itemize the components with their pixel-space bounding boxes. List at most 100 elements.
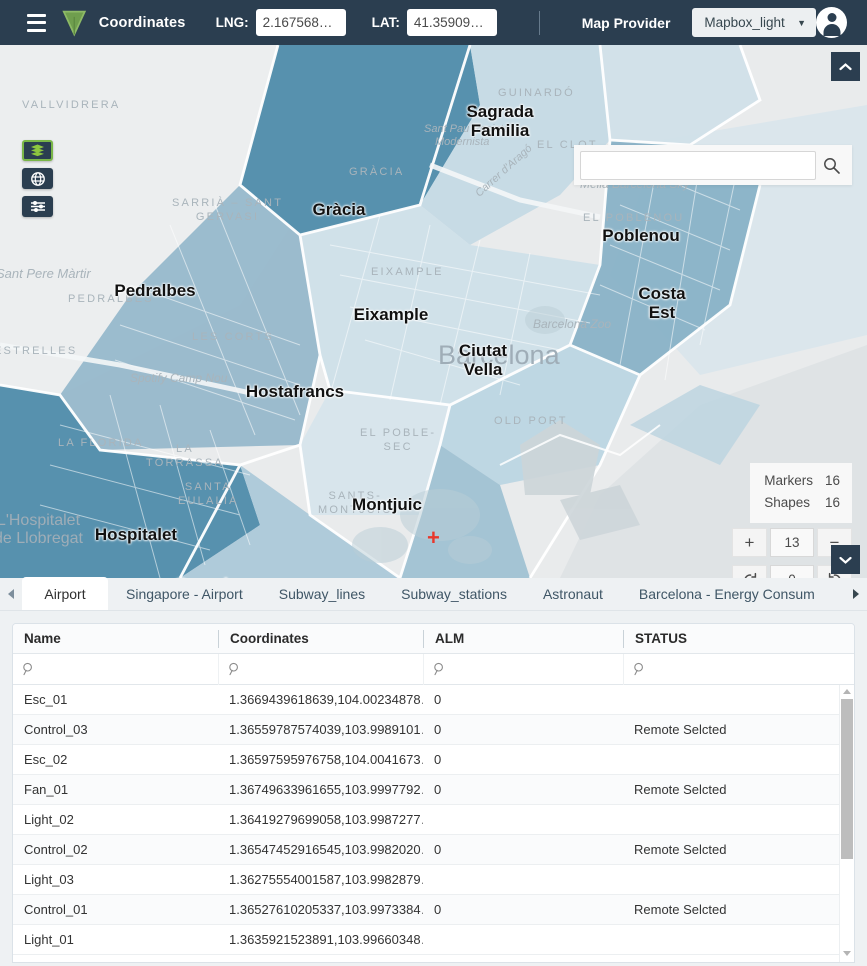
filter-name[interactable]: [13, 654, 218, 685]
tab-astronaut[interactable]: Astronaut: [525, 577, 621, 610]
map-provider-label: Map Provider: [581, 14, 671, 31]
search-icon: [634, 662, 643, 676]
tabs-scroll-right-button[interactable]: [845, 577, 867, 610]
table-body: Esc_01 1.3669439618639,104.00234878… 0 C…: [13, 685, 854, 955]
table-filter-row: [13, 653, 854, 685]
collapse-panel-down-button[interactable]: [831, 545, 860, 574]
cell-status: Remote Selcted: [634, 722, 727, 737]
collapse-panel-up-button[interactable]: [831, 52, 860, 81]
stat-markers-value: 16: [824, 473, 840, 488]
map-graphics: [0, 45, 867, 578]
tabs-scroll-left-button[interactable]: [0, 577, 22, 610]
cell-name: Control_02: [24, 842, 88, 857]
stat-shapes-label: Shapes: [764, 495, 810, 511]
column-header-name[interactable]: Name: [13, 630, 218, 648]
layer-tabstrip: Airport Singapore - Airport Subway_lines…: [0, 577, 867, 611]
app-title: Coordinates: [98, 14, 186, 31]
cell-coordinates: 1.36275554001587,103.9982879…: [229, 872, 423, 887]
cell-alm: 0: [434, 752, 442, 767]
chevron-up-icon: [839, 62, 852, 70]
column-header-status[interactable]: STATUS: [623, 629, 823, 648]
table-row[interactable]: Esc_01 1.3669439618639,104.00234878… 0: [13, 685, 854, 715]
cell-coordinates: 1.36527610205337,103.9973384…: [229, 902, 423, 917]
table-row[interactable]: Esc_02 1.36597595976758,104.0041673… 0: [13, 745, 854, 775]
table-row[interactable]: Light_03 1.36275554001587,103.9982879…: [13, 865, 854, 895]
cell-name: Control_01: [24, 902, 88, 917]
cell-name: Fan_01: [24, 782, 69, 797]
v-logo-icon: [62, 10, 87, 36]
app-header: Coordinates LNG: LAT: Map Provider Mapbo…: [0, 0, 867, 45]
user-avatar-icon[interactable]: [816, 7, 847, 38]
cell-name: Esc_01: [24, 692, 68, 707]
search-icon[interactable]: [816, 157, 846, 174]
sliders-icon[interactable]: [22, 196, 53, 217]
stat-markers: Markers 16: [764, 470, 840, 492]
map-provider-select[interactable]: Mapbox_light ▼: [692, 8, 816, 37]
map-search-input[interactable]: [580, 150, 816, 180]
scrollbar-thumb[interactable]: [841, 699, 853, 859]
map-search-box[interactable]: [574, 145, 852, 185]
cell-coordinates: 1.36547452916545,103.9982020…: [229, 842, 423, 857]
tabs-container: Airport Singapore - Airport Subway_lines…: [22, 577, 845, 610]
chevron-right-icon: [853, 588, 859, 599]
cell-status: Remote Selcted: [634, 782, 727, 797]
hamburger-icon[interactable]: [27, 13, 47, 32]
table-scrollbar[interactable]: [839, 685, 854, 962]
cell-coordinates: 1.36419279699058,103.9987277…: [229, 812, 423, 827]
lng-input[interactable]: [255, 9, 346, 36]
map-stats-panel: Markers 16 Shapes 16: [750, 463, 852, 523]
zoom-in-button[interactable]: +: [732, 528, 767, 557]
cell-alm: 0: [434, 902, 442, 917]
data-table: Name Coordinates ALM STATUS Esc_01 1.366…: [12, 623, 855, 963]
cell-alm: 0: [434, 782, 442, 797]
cell-coordinates: 1.3635921523891,103.99660348…: [229, 932, 423, 947]
scroll-down-icon[interactable]: [843, 951, 851, 956]
cell-coordinates: 1.36559787574039,103.9989101…: [229, 722, 423, 737]
filter-coordinates[interactable]: [218, 653, 423, 685]
chevron-left-icon: [8, 588, 14, 599]
header-divider: [538, 10, 540, 35]
table-row[interactable]: Control_02 1.36547452916545,103.9982020……: [13, 835, 854, 865]
column-header-alm[interactable]: ALM: [423, 629, 623, 648]
table-row[interactable]: Control_03 1.36559787574039,103.9989101……: [13, 715, 854, 745]
globe-icon[interactable]: [22, 168, 53, 189]
tab-barcelona-energy-consumption[interactable]: Barcelona - Energy Consum: [621, 577, 833, 610]
table-row[interactable]: Fan_01 1.36749633961655,103.9997792… 0 R…: [13, 775, 854, 805]
cell-coordinates: 1.3669439618639,104.00234878…: [229, 692, 423, 707]
table-header-row: Name Coordinates ALM STATUS: [13, 624, 854, 654]
layers-icon[interactable]: [22, 140, 53, 161]
chevron-down-icon: [839, 556, 852, 564]
map-canvas[interactable]: VALLVIDRERA GUINARDÓ GRÀCIA SARRIÀ – SAN…: [0, 45, 867, 578]
cell-status: Remote Selcted: [634, 842, 727, 857]
data-table-panel: Name Coordinates ALM STATUS Esc_01 1.366…: [0, 611, 867, 966]
cell-alm: 0: [434, 842, 442, 857]
stat-shapes-value: 16: [824, 495, 840, 511]
stat-shapes: Shapes 16: [764, 492, 840, 514]
lat-input[interactable]: [406, 9, 497, 36]
cell-name: Light_03: [24, 872, 74, 887]
zoom-level-value[interactable]: 13: [770, 528, 814, 557]
lat-label: LAT:: [371, 15, 400, 30]
tab-singapore-airport[interactable]: Singapore - Airport: [108, 577, 261, 610]
search-icon: [229, 662, 238, 676]
cell-name: Light_02: [24, 812, 74, 827]
tab-airport[interactable]: Airport: [22, 577, 108, 610]
filter-status[interactable]: [623, 653, 823, 685]
cell-status: Remote Selcted: [634, 902, 727, 917]
scroll-up-icon[interactable]: [843, 689, 851, 694]
search-icon: [23, 662, 32, 676]
table-row[interactable]: Light_02 1.36419279699058,103.9987277…: [13, 805, 854, 835]
tab-subway-stations[interactable]: Subway_stations: [383, 577, 525, 610]
cell-name: Esc_02: [24, 752, 68, 767]
chevron-down-icon: ▼: [797, 17, 806, 28]
tab-subway-lines[interactable]: Subway_lines: [261, 577, 383, 610]
table-row[interactable]: Control_01 1.36527610205337,103.9973384……: [13, 895, 854, 925]
lng-label: LNG:: [215, 15, 249, 30]
cell-coordinates: 1.36597595976758,104.0041673…: [229, 752, 423, 767]
map-provider-value: Mapbox_light: [704, 15, 785, 30]
table-row[interactable]: Light_01 1.3635921523891,103.99660348…: [13, 925, 854, 955]
column-header-coordinates[interactable]: Coordinates: [218, 629, 423, 648]
cell-coordinates: 1.36749633961655,103.9997792…: [229, 782, 423, 797]
filter-alm[interactable]: [423, 653, 623, 685]
map-control-group: [22, 140, 53, 224]
